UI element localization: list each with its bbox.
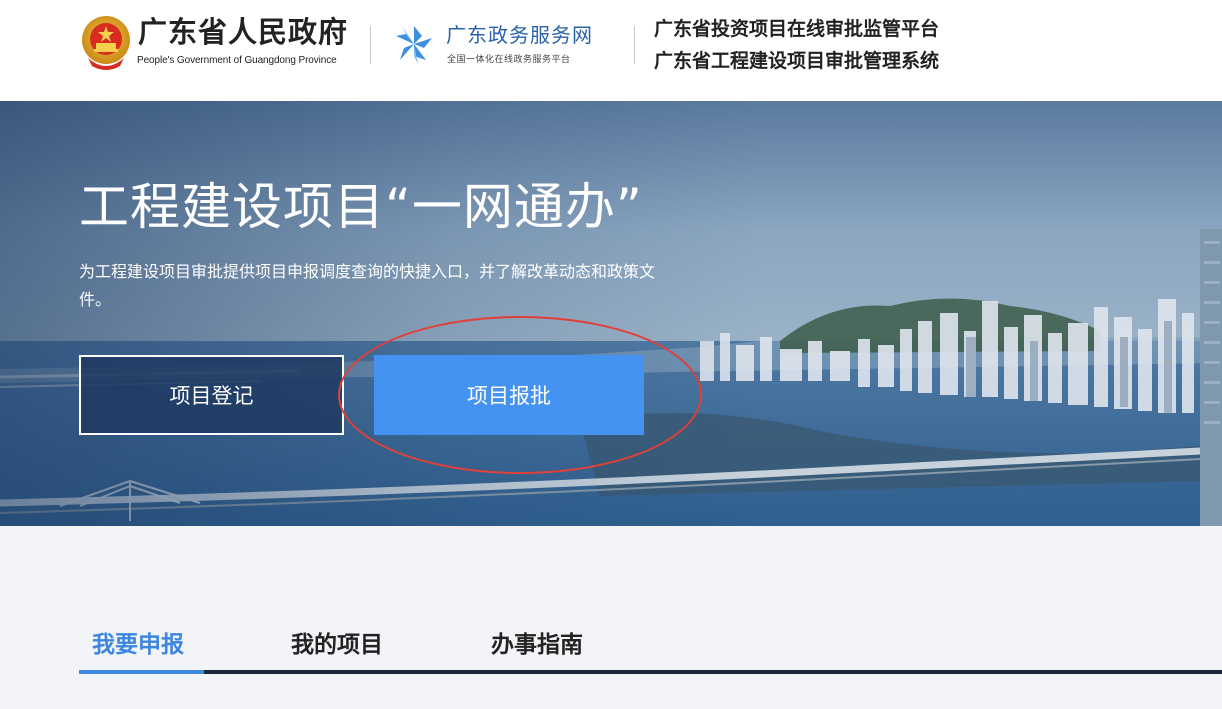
tab-underline [79, 670, 1222, 674]
platform-title-construction[interactable]: 广东省工程建设项目审批管理系统 [654, 48, 939, 74]
hero-description: 为工程建设项目审批提供项目申报调度查询的快捷入口，并了解改革动态和政策文件。 [79, 262, 656, 309]
platform-title-investment[interactable]: 广东省投资项目在线审批监管平台 [654, 16, 939, 42]
tab-my-projects[interactable]: 我的项目 [291, 628, 383, 662]
header-divider [634, 26, 635, 64]
service-title[interactable]: 广东政务服务网 [446, 22, 593, 48]
hero-banner: 工程建设项目“一网通办” 为工程建设项目审批提供项目申报调度查询的快捷入口，并了… [0, 101, 1222, 526]
hero-title: 工程建设项目“一网通办” [79, 178, 643, 236]
project-register-button[interactable]: 项目登记 [79, 355, 344, 435]
national-emblem-icon[interactable] [80, 14, 132, 72]
project-approve-button[interactable]: 项目报批 [374, 355, 644, 435]
tab-declare[interactable]: 我要申报 [92, 628, 184, 662]
gov-subtitle: People's Government of Guangdong Provinc… [137, 55, 337, 66]
pinwheel-logo-icon[interactable] [392, 24, 436, 64]
service-tabs: 我要申报 我的项目 办事指南 [0, 526, 1222, 709]
tab-service-guide[interactable]: 办事指南 [491, 628, 583, 662]
site-header: 广东省人民政府 People's Government of Guangdong… [0, 0, 1222, 101]
service-subtitle: 全国一体化在线政务服务平台 [447, 55, 571, 65]
gov-title[interactable]: 广东省人民政府 [138, 14, 348, 50]
active-tab-indicator [79, 670, 204, 674]
header-divider [370, 26, 371, 64]
